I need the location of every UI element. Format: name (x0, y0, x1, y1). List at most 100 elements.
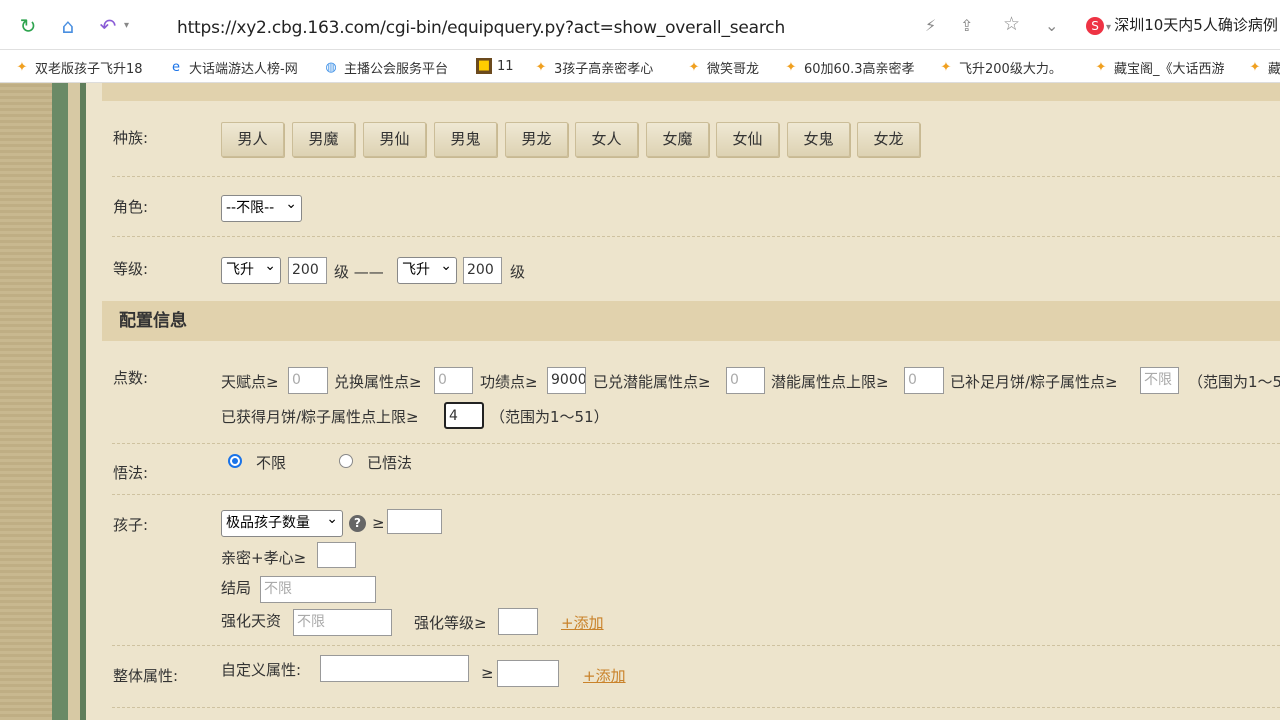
level-from-type-select[interactable]: 飞升 (221, 254, 281, 284)
enlight-any-label: 不限 (256, 454, 287, 472)
enlight-any-radio[interactable] (228, 454, 242, 468)
edge-icon: e (172, 59, 180, 75)
divider (112, 443, 1280, 444)
bookmark-item[interactable]: ✦ 双老版孩子飞升18 (14, 58, 143, 78)
ending-label: 结局 (221, 579, 252, 597)
talent-input[interactable]: 不限 (293, 609, 392, 636)
custom-attr-input[interactable] (320, 655, 469, 682)
star-icon: ✦ (16, 59, 28, 75)
chevron-down-icon[interactable]: ⌄ (1045, 16, 1058, 35)
race-button[interactable]: 男鬼 (434, 122, 497, 157)
race-button[interactable]: 女人 (575, 122, 638, 157)
race-button[interactable]: 女鬼 (787, 122, 850, 157)
star-icon: ✦ (785, 59, 797, 75)
exchange-points-input[interactable]: 0 (434, 367, 473, 394)
home-icon[interactable]: ⌂ (56, 14, 80, 38)
star-icon: ✦ (1249, 59, 1261, 75)
child-count-input[interactable] (387, 509, 442, 534)
address-bar[interactable]: https://xy2.cbg.163.com/cgi-bin/equipque… (177, 18, 785, 38)
custom-attr-value-input[interactable] (497, 660, 559, 687)
potential-points-input[interactable]: 0 (726, 367, 765, 394)
page-border (52, 83, 68, 720)
mooncake-max-label: 已获得月饼/粽子属性点上限≥ (221, 408, 419, 426)
star-icon: ✦ (940, 59, 952, 75)
potential-max-input[interactable]: 0 (904, 367, 944, 394)
bookmark-item[interactable]: ■ 11 (476, 58, 514, 74)
page-border (0, 83, 52, 720)
chevron-down-icon[interactable]: ▾ (124, 20, 129, 31)
talent-points-label: 天赋点≥ (221, 373, 279, 391)
exchange-points-label: 兑换属性点≥ (334, 373, 422, 391)
mooncake-max-range-hint: （范围为1～51） (490, 408, 609, 426)
bookmark-item[interactable]: e 大话端游达人榜-网 (168, 58, 298, 78)
mooncake-max-input[interactable]: 4 (444, 402, 484, 429)
bookmark-label: 藏宝阁_《大话西游 (1114, 62, 1225, 77)
enlight-done-radio[interactable] (339, 454, 353, 468)
bookmark-label: 飞升200级大力。 (959, 62, 1062, 77)
race-button[interactable]: 女龙 (857, 122, 920, 157)
divider (112, 494, 1280, 495)
enhance-level-input[interactable] (498, 608, 538, 635)
divider (112, 707, 1280, 708)
role-label: 角色: (113, 198, 149, 216)
search-box[interactable]: S ▾ 深圳10天内5人确诊病例 (1086, 14, 1278, 35)
search-text: 深圳10天内5人确诊病例 (1114, 16, 1278, 34)
race-button[interactable]: 男龙 (505, 122, 568, 157)
bookmark-item[interactable]: ✦ 飞升200级大力。 (938, 58, 1062, 78)
divider (112, 176, 1280, 177)
race-label: 种族: (113, 129, 149, 147)
enlight-done-label: 已悟法 (367, 454, 413, 472)
child-label: 孩子: (113, 516, 149, 534)
help-icon[interactable]: ? (349, 515, 366, 532)
star-icon: ✦ (1095, 59, 1107, 75)
race-button[interactable]: 女仙 (716, 122, 779, 157)
race-button[interactable]: 男仙 (363, 122, 426, 157)
role-select[interactable]: --不限-- (221, 192, 302, 222)
intimacy-input[interactable] (317, 542, 356, 568)
talent-points-input[interactable]: 0 (288, 367, 328, 394)
share-icon[interactable]: ⇪ (960, 16, 973, 35)
overall-add-link[interactable]: +添加 (583, 665, 626, 686)
points-label: 点数: (113, 369, 149, 387)
level-to-type-select[interactable]: 飞升 (397, 254, 457, 284)
talent-label: 强化天资 (221, 612, 282, 630)
potential-max-label: 潜能属性点上限≥ (771, 373, 889, 391)
lightning-icon[interactable]: ⚡ (925, 16, 936, 35)
bookmark-item[interactable]: ✦ 藏 (1247, 58, 1280, 78)
bookmark-label: 60加60.3高亲密孝 (804, 62, 915, 77)
level-label: 等级: (113, 260, 149, 278)
bookmark-item[interactable]: ✦ 微笑哥龙 (686, 58, 759, 78)
ending-input[interactable]: 不限 (260, 576, 376, 603)
divider (112, 645, 1280, 646)
overall-label: 整体属性: (113, 667, 179, 685)
bookmark-label: 3孩子高亲密孝心 (554, 62, 654, 77)
level-unit: 级 (510, 263, 526, 281)
bookmark-item[interactable]: ◍ 主播公会服务平台 (323, 58, 448, 78)
star-icon: ✦ (535, 59, 547, 75)
bookmarks-bar: ✦ 双老版孩子飞升18 e 大话端游达人榜-网 ◍ 主播公会服务平台 ■ 11 ✦ 3孩子… (0, 50, 1280, 83)
globe-icon: ◍ (325, 59, 337, 75)
mooncake-points-input[interactable]: 不限 (1140, 367, 1179, 394)
race-button[interactable]: 男人 (221, 122, 284, 157)
level-to-input[interactable]: 200 (463, 257, 502, 284)
child-type-select[interactable]: 极品孩子数量 (221, 507, 343, 537)
custom-attr-label: 自定义属性: (221, 661, 302, 679)
chevron-down-icon: ▾ (1106, 22, 1115, 33)
bookmark-item[interactable]: ✦ 藏宝阁_《大话西游 (1093, 58, 1225, 78)
star-icon[interactable]: ☆ (1003, 13, 1020, 35)
merit-points-label: 功绩点≥ (480, 373, 538, 391)
bookmark-label: 大话端游达人榜-网 (189, 62, 298, 77)
race-button[interactable]: 女魔 (646, 122, 709, 157)
child-add-link[interactable]: +添加 (561, 612, 604, 633)
refresh-icon[interactable]: ↻ (16, 14, 40, 38)
level-from-input[interactable]: 200 (288, 257, 327, 284)
bookmark-label: 藏 (1268, 62, 1280, 77)
undo-icon[interactable]: ↶ (96, 14, 120, 38)
bookmark-item[interactable]: ✦ 60加60.3高亲密孝 (783, 58, 915, 78)
potential-points-label: 已兑潜能属性点≥ (593, 373, 711, 391)
merit-points-input[interactable]: 9000 (547, 367, 586, 394)
bookmark-item[interactable]: ✦ 3孩子高亲密孝心 (533, 58, 654, 78)
race-button[interactable]: 男魔 (292, 122, 355, 157)
overall-ge: ≥ (481, 664, 494, 682)
child-ge: ≥ (372, 514, 385, 532)
